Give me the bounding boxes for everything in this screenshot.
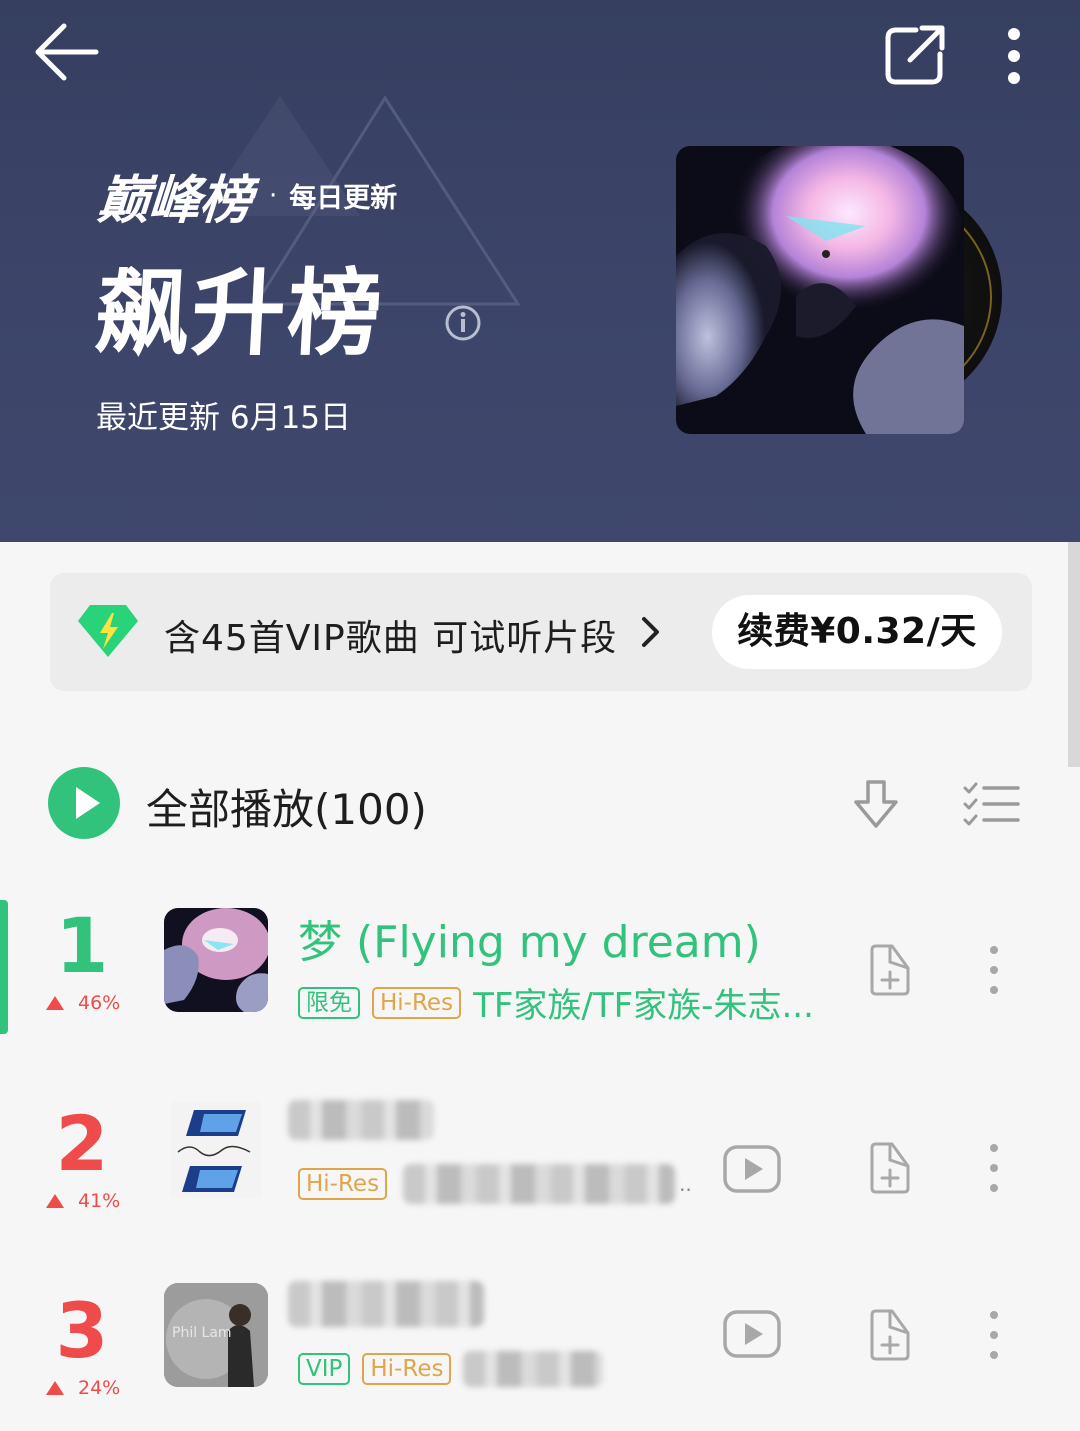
brand-separator: · [269, 180, 278, 211]
song-title-redacted [288, 1100, 434, 1144]
trend-up-icon [46, 1194, 64, 1208]
brand-line: 巅峰榜 · 每日更新 [95, 158, 398, 233]
music-video-button[interactable] [722, 1307, 782, 1361]
vip-banner[interactable]: 含45首VIP歌曲 可试听片段 续费¥0.32/天 [50, 573, 1032, 691]
rank-number: 2 [55, 1099, 109, 1188]
add-to-playlist-button[interactable] [862, 1138, 912, 1194]
add-to-playlist-icon [870, 1142, 910, 1194]
download-button[interactable] [848, 776, 904, 832]
trend-up-icon [46, 996, 64, 1010]
rank-trend: 46% [46, 992, 120, 1014]
play-all-label[interactable]: 全部播放(100) [146, 776, 427, 837]
share-button[interactable] [880, 20, 950, 90]
rank-number: 3 [55, 1286, 109, 1375]
chevron-right-icon [640, 615, 662, 649]
chart-title: 飙升榜 [92, 260, 387, 369]
more-vertical-icon [1008, 28, 1020, 84]
add-to-playlist-icon [870, 944, 910, 996]
song-row[interactable]: 1 46% 梦 (Flying my dream) 限免 Hi-Res TF家族… [0, 896, 1080, 1046]
brand-tag: 每日更新 [289, 183, 398, 214]
trend-value: 24% [78, 1377, 121, 1399]
share-icon [885, 25, 945, 85]
song-thumbnail[interactable] [170, 1102, 262, 1198]
hires-tag: Hi-Res [372, 986, 462, 1019]
add-to-playlist-button[interactable] [862, 940, 912, 996]
download-icon [854, 780, 898, 828]
artist-name: TF家族/TF家族-朱志... [473, 986, 814, 1026]
rank-number: 1 [55, 901, 109, 990]
last-updated: 最近更新 6月15日 [96, 400, 352, 436]
song-more-button[interactable] [982, 1142, 1006, 1194]
play-video-icon [723, 1310, 781, 1358]
info-icon [445, 305, 481, 341]
free-tag: 限免 [298, 986, 360, 1019]
more-vertical-icon [990, 1144, 998, 1192]
vip-tag: VIP [298, 1353, 351, 1385]
play-all-button[interactable] [48, 767, 120, 839]
song-title-redacted [288, 1281, 484, 1331]
more-vertical-icon [990, 1311, 998, 1359]
add-to-playlist-button[interactable] [862, 1305, 912, 1361]
artist-ellipsis: .. [679, 1172, 692, 1196]
chart-header: 巅峰榜 · 每日更新 飙升榜 最近更新 6月15日 [0, 0, 1080, 542]
cover-art [676, 146, 964, 434]
renew-vip-button[interactable]: 续费¥0.32/天 [712, 595, 1002, 669]
redacted-text [288, 1281, 484, 1327]
song-meta: VIP Hi-Res [298, 1351, 604, 1387]
song-meta: Hi-Res .. [298, 1164, 692, 1204]
vip-diamond-icon [76, 603, 140, 659]
song-more-button[interactable] [982, 1309, 1006, 1361]
thumbnail-caption: Phil Lam [172, 1325, 232, 1341]
redacted-text [288, 1100, 434, 1140]
vip-songs-info: 含45首VIP歌曲 可试听片段 [164, 618, 618, 659]
thumbnail-art [170, 1102, 262, 1198]
chart-cover-image[interactable] [676, 146, 964, 434]
hires-tag: Hi-Res [362, 1353, 452, 1385]
back-button[interactable] [30, 20, 102, 86]
now-playing-indicator [0, 900, 8, 1034]
more-vertical-icon [990, 946, 998, 994]
song-title: 梦 (Flying my dream) [298, 917, 761, 968]
trend-up-icon [46, 1381, 64, 1395]
song-row[interactable]: 3 24% Phil Lam VIP Hi-Res [0, 1281, 1080, 1431]
song-more-button[interactable] [982, 944, 1006, 996]
multiselect-button[interactable] [962, 782, 1020, 828]
play-video-icon [723, 1145, 781, 1193]
hires-tag: Hi-Res [298, 1168, 388, 1200]
redacted-artist [463, 1351, 604, 1387]
redacted-artist [403, 1164, 676, 1204]
back-arrow-icon [35, 23, 99, 81]
music-video-button[interactable] [722, 1142, 782, 1196]
thumbnail-art [164, 908, 268, 1012]
rank-trend: 41% [46, 1190, 120, 1212]
multiselect-list-icon [963, 782, 1020, 826]
song-meta: 限免 Hi-Res TF家族/TF家族-朱志... [298, 978, 814, 1027]
trend-value: 46% [78, 992, 121, 1014]
add-to-playlist-icon [870, 1309, 910, 1361]
scrollbar[interactable] [1068, 542, 1080, 767]
rank-trend: 24% [46, 1377, 120, 1399]
brand-name: 巅峰榜 [95, 171, 253, 231]
song-thumbnail[interactable] [164, 908, 268, 1012]
more-options-button[interactable] [995, 22, 1033, 92]
info-button[interactable] [444, 304, 482, 342]
song-row[interactable]: 2 41% Hi-Res .. [0, 1094, 1080, 1244]
song-thumbnail[interactable]: Phil Lam [164, 1283, 268, 1387]
trend-value: 41% [78, 1190, 121, 1212]
